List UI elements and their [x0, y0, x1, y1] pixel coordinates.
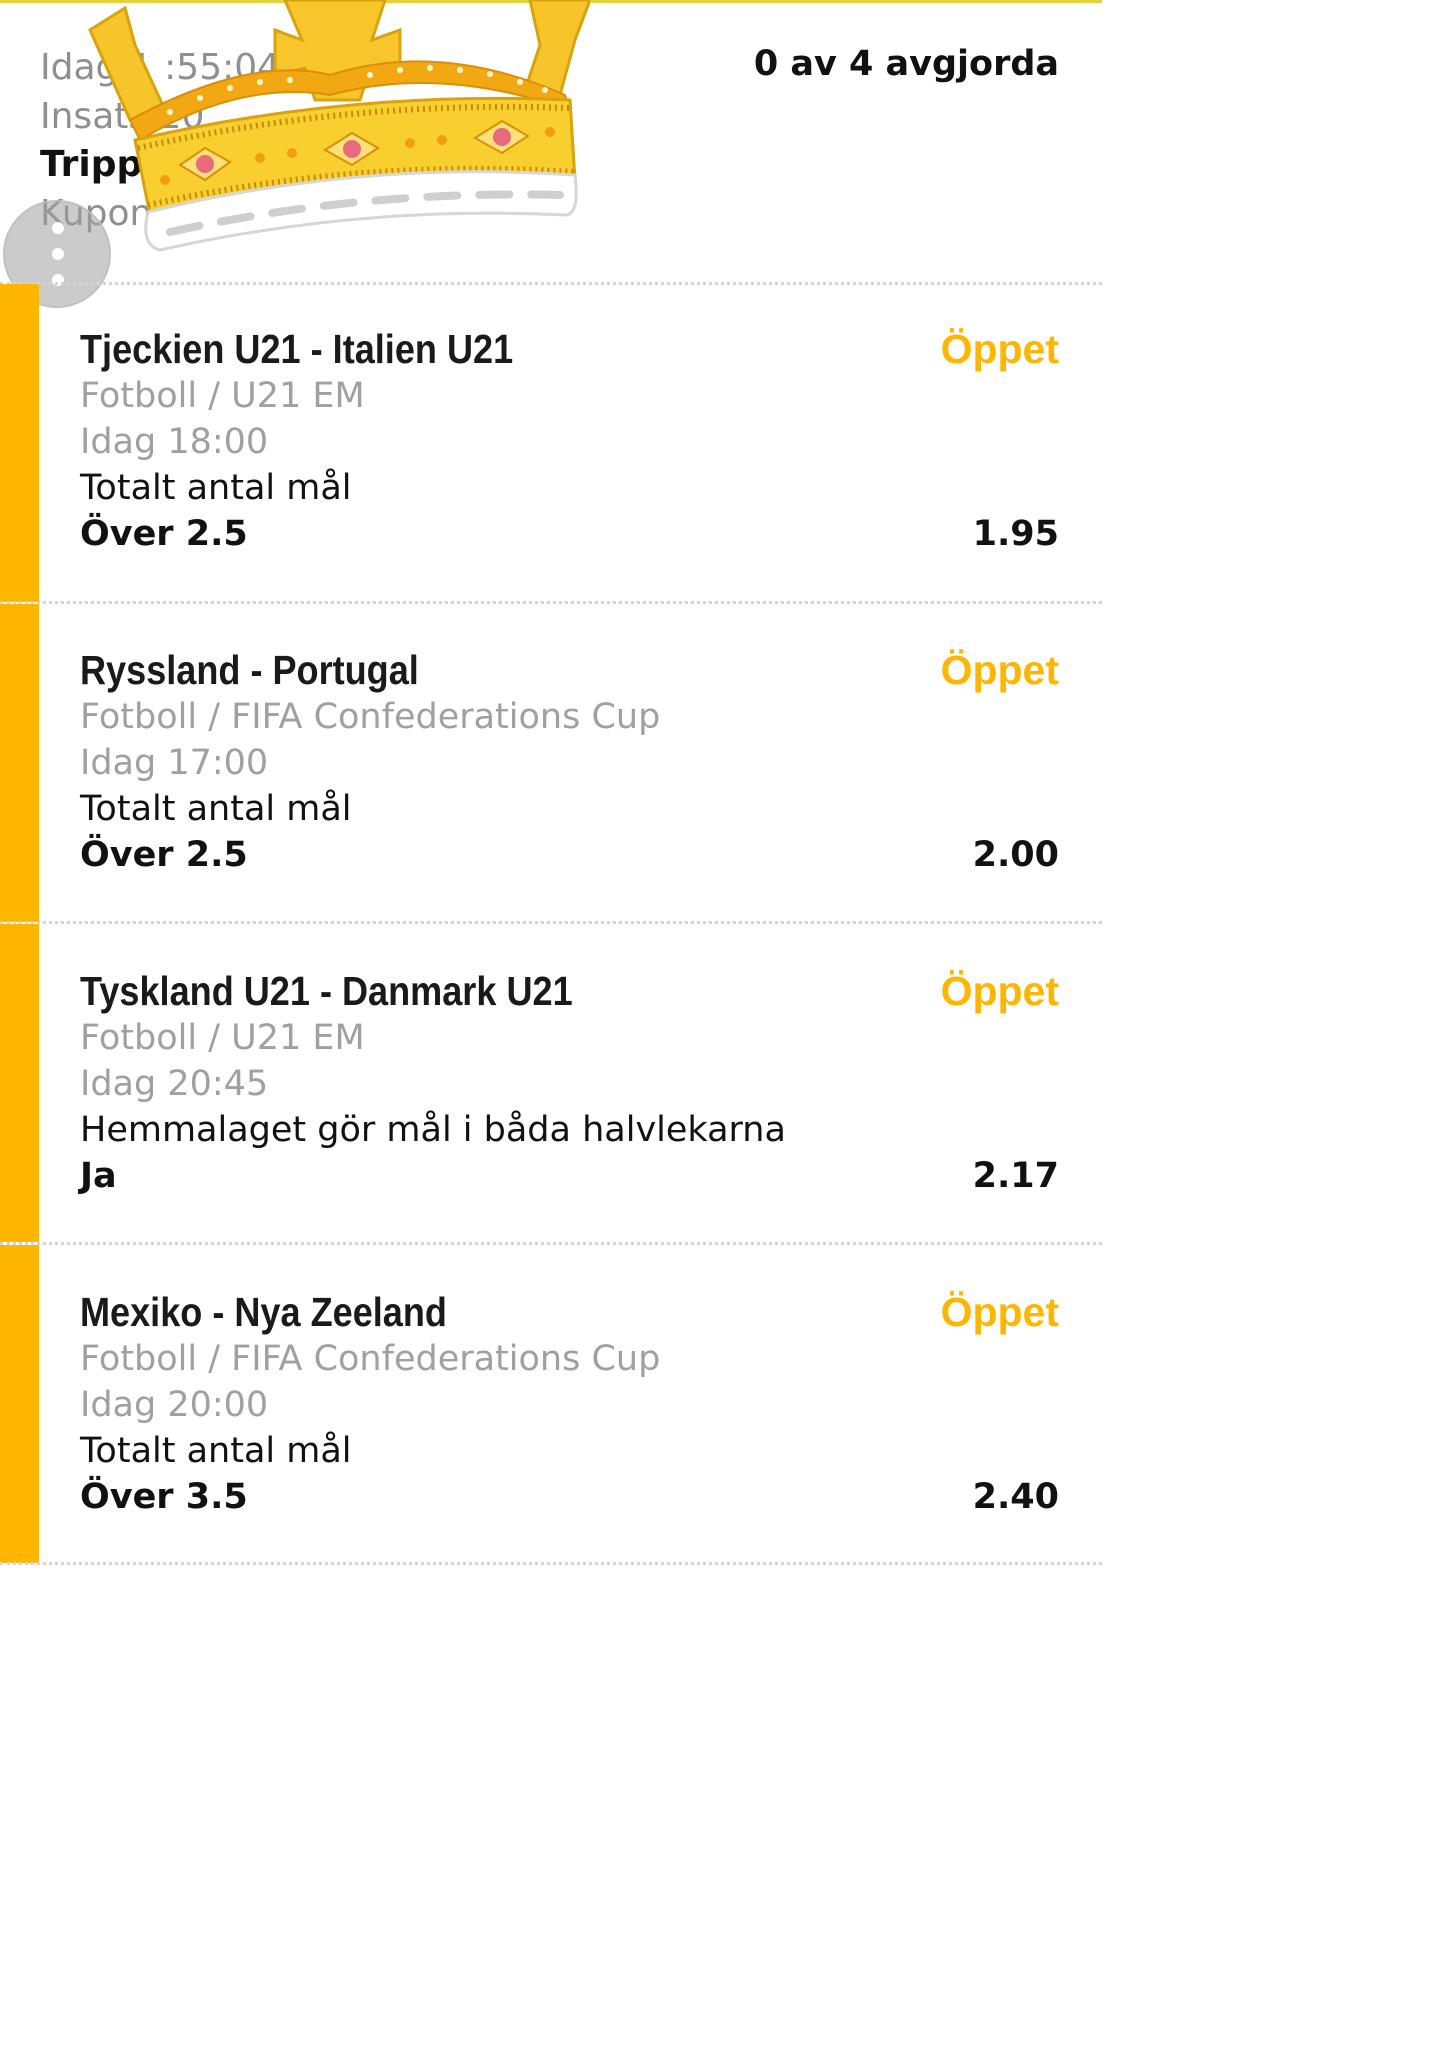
divider [0, 1242, 1102, 1245]
match-title: Mexiko - Nya Zeeland [80, 1289, 447, 1335]
bet-status: Öppet [940, 326, 1059, 372]
divider [0, 601, 1102, 604]
divider [0, 1562, 1102, 1565]
match-title: Tjeckien U21 - Italien U21 [80, 326, 514, 372]
bet-odds: 2.00 [972, 835, 1059, 875]
league: Fotboll / FIFA Confederations Cup [80, 1339, 661, 1379]
bet-card[interactable]: Tjeckien U21 - Italien U21 Öppet Fotboll… [0, 302, 1102, 620]
match-time: Idag 20:45 [80, 1064, 269, 1104]
league: Fotboll / U21 EM [80, 376, 365, 416]
divider [0, 282, 1102, 285]
bet-market: Totalt antal mål [80, 468, 352, 508]
bet-card[interactable]: Mexiko - Nya Zeeland Öppet Fotboll / FIF… [0, 1265, 1102, 1583]
match-time: Idag 18:00 [80, 422, 269, 462]
match-time: Idag 20:00 [80, 1385, 269, 1425]
coupon-header: Idag 1 :55:04 Insats 20 Trippla Kupong 0… [0, 0, 1102, 308]
divider [0, 921, 1102, 924]
bet-odds: 1.95 [972, 514, 1059, 554]
bet-status: Öppet [940, 968, 1059, 1014]
crown-sticker [88, 0, 590, 252]
menu-dot [52, 248, 64, 260]
settled-count: 0 av 4 avgjorda [753, 44, 1059, 84]
bet-selection: Ja [80, 1156, 117, 1196]
menu-dot [52, 222, 64, 234]
bet-market: Hemmalaget gör mål i båda halvlekarna [80, 1110, 786, 1150]
match-time: Idag 17:00 [80, 743, 269, 783]
match-title: Ryssland - Portugal [80, 647, 419, 693]
bet-odds: 2.17 [972, 1156, 1059, 1196]
bet-market: Totalt antal mål [80, 789, 352, 829]
league: Fotboll / U21 EM [80, 1018, 365, 1058]
bet-selection: Över 2.5 [80, 835, 248, 875]
bet-status: Öppet [940, 1289, 1059, 1335]
bet-market: Totalt antal mål [80, 1431, 352, 1471]
bet-card[interactable]: Tyskland U21 - Danmark U21 Öppet Fotboll… [0, 944, 1102, 1262]
bet-selection: Över 3.5 [80, 1477, 248, 1517]
bet-status: Öppet [940, 647, 1059, 693]
bet-card[interactable]: Ryssland - Portugal Öppet Fotboll / FIFA… [0, 623, 1102, 941]
bet-odds: 2.40 [972, 1477, 1059, 1517]
bet-selection: Över 2.5 [80, 514, 248, 554]
match-title: Tyskland U21 - Danmark U21 [80, 968, 573, 1014]
league: Fotboll / FIFA Confederations Cup [80, 697, 661, 737]
